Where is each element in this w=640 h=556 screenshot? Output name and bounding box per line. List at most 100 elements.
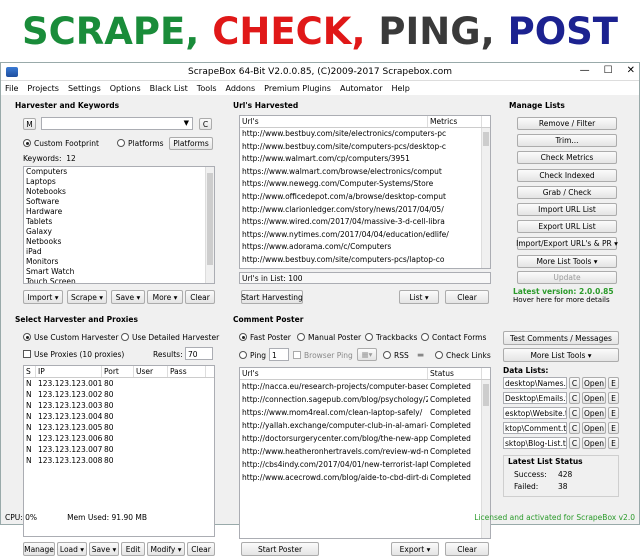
trackbacks-radio[interactable]: Trackbacks <box>365 333 417 342</box>
proxy-row[interactable]: N 123.123.123.002 80 <box>24 389 214 400</box>
poster-clear-button[interactable]: Clear <box>445 542 489 556</box>
poster-url-row[interactable]: http://www.acecrowd.com/blog/aide-to-cbd… <box>240 471 490 484</box>
use-proxies-checkbox[interactable]: Use Proxies (10 proxies) <box>23 350 124 359</box>
harvested-url-row[interactable]: http://www.officedepot.com/a/browse/desk… <box>240 191 480 204</box>
c-button[interactable]: C <box>199 118 212 130</box>
metrics-column-header[interactable]: Metrics <box>428 116 482 127</box>
proxy-row[interactable]: N 123.123.123.003 80 <box>24 400 214 411</box>
browser-ping-checkbox[interactable]: Browser Ping <box>293 351 353 360</box>
user-column-header[interactable]: User <box>134 366 168 377</box>
check-links-radio[interactable]: Check Links <box>435 351 491 360</box>
close-icon[interactable]: ✕ <box>627 65 635 76</box>
manage-proxies-button[interactable]: Manage <box>23 542 55 556</box>
data-list-path-field[interactable]: esktop\Website.txt <box>503 407 567 419</box>
harvested-url-row[interactable]: http://www.bestbuy.com/site/electronics/… <box>240 128 480 141</box>
save-proxies-button[interactable]: Save ▾ <box>89 542 119 556</box>
menu-projects[interactable]: Projects <box>27 84 59 93</box>
pass-column-header[interactable]: Pass <box>168 366 206 377</box>
proxy-row[interactable]: N 123.123.123.004 80 <box>24 411 214 422</box>
harvested-url-row[interactable]: https://www.wired.com/2017/04/massive-3-… <box>240 216 480 229</box>
harvested-url-row[interactable]: http://www.bestbuy.com/site/computers-pc… <box>240 254 480 267</box>
poster-url-row[interactable]: https://www.mom4real.com/clean-laptop-sa… <box>240 406 490 419</box>
rss-radio[interactable]: RSS <box>383 351 409 360</box>
import-button[interactable]: Import ▾ <box>23 290 63 304</box>
urls-scrollbar[interactable] <box>481 128 490 268</box>
proxy-row[interactable]: N 123.123.123.005 80 <box>24 422 214 433</box>
update-button[interactable]: Update <box>517 271 617 284</box>
data-list-path-field[interactable]: ktop\Comment.txt <box>503 422 567 434</box>
use-detailed-harvester-radio[interactable]: Use Detailed Harvester <box>121 333 219 342</box>
more-button[interactable]: More ▾ <box>147 290 183 304</box>
data-list-path-field[interactable]: sktop\Blog-List.txt <box>503 437 567 449</box>
poster-url-row[interactable]: http://cbs4indy.com/2017/04/01/new-terro… <box>240 458 490 471</box>
manage-button-more-list-tools[interactable]: More List Tools ▾ <box>517 254 617 268</box>
footprint-select[interactable]: ▼ <box>41 117 193 130</box>
results-input[interactable]: 70 <box>185 347 213 360</box>
custom-footprint-radio[interactable]: Custom Footprint <box>23 139 99 148</box>
list-button[interactable]: List ▾ <box>399 290 439 304</box>
save-button[interactable]: Save ▾ <box>111 290 145 304</box>
urls-clear-button[interactable]: Clear <box>445 290 489 304</box>
manage-button-trim[interactable]: Trim... <box>517 134 617 148</box>
menu-file[interactable]: File <box>5 84 18 93</box>
edit-proxies-button[interactable]: Edit <box>121 542 145 556</box>
data-list-open-button[interactable]: Open <box>582 407 606 419</box>
menu-premium-plugins[interactable]: Premium Plugins <box>264 84 331 93</box>
manage-button-import-export-url-s-pr[interactable]: Import/Export URL's & PR ▾ <box>516 237 618 251</box>
manage-button-import-url-list[interactable]: Import URL List <box>517 203 617 216</box>
proxy-row[interactable]: N 123.123.123.007 80 <box>24 444 214 455</box>
manage-button-remove-filter[interactable]: Remove / Filter <box>517 117 617 130</box>
rss-settings-icon[interactable]: ▦▾ <box>357 348 377 361</box>
load-proxies-button[interactable]: Load ▾ <box>57 542 87 556</box>
ip-column-header[interactable]: IP <box>36 366 102 377</box>
data-list-clear-button[interactable]: C <box>569 422 580 434</box>
status-column-header[interactable]: Status <box>428 368 482 379</box>
data-list-path-field[interactable]: Desktop\Emails.txt <box>503 392 567 404</box>
maximize-icon[interactable]: ☐ <box>604 65 613 76</box>
data-list-path-field[interactable]: desktop\Names.txt <box>503 377 567 389</box>
harvested-url-row[interactable]: http://www.clarionledger.com/story/news/… <box>240 204 480 217</box>
export-button[interactable]: Export ▾ <box>391 542 439 556</box>
m-button[interactable]: M <box>23 118 36 130</box>
keywords-list[interactable]: Computers Laptops Notebooks Software Hardwar… <box>23 166 215 284</box>
hover-details-note[interactable]: Hover here for more details <box>513 296 610 304</box>
data-list-clear-button[interactable]: C <box>569 437 580 449</box>
proxy-row[interactable]: N 123.123.123.006 80 <box>24 433 214 444</box>
harvested-url-row[interactable]: https://www.newegg.com/Computer-Systems/… <box>240 178 480 191</box>
data-list-open-button[interactable]: Open <box>582 377 606 389</box>
platforms-button[interactable]: Platforms <box>169 137 213 150</box>
proxy-row[interactable]: N 123.123.123.008 80 <box>24 455 214 466</box>
menu-tools[interactable]: Tools <box>197 84 217 93</box>
manual-poster-radio[interactable]: Manual Poster <box>297 333 361 342</box>
menu-options[interactable]: Options <box>110 84 141 93</box>
menu-settings[interactable]: Settings <box>68 84 101 93</box>
harvested-url-row[interactable]: https://www.nytimes.com/2017/04/04/educa… <box>240 229 480 242</box>
port-column-header[interactable]: Port <box>102 366 134 377</box>
poster-url-row[interactable]: http://yallah.exchange/computer-club-in-… <box>240 419 490 432</box>
data-list-edit-button[interactable]: E <box>608 437 619 449</box>
harvested-url-row[interactable]: https://www.walmart.com/browse/electroni… <box>240 166 480 179</box>
use-custom-harvester-radio[interactable]: Use Custom Harvester <box>23 333 118 342</box>
data-list-open-button[interactable]: Open <box>582 437 606 449</box>
urls-column-header[interactable]: Url's <box>240 116 428 127</box>
poster-urls-column-header[interactable]: Url's <box>240 368 428 379</box>
contact-forms-radio[interactable]: Contact Forms <box>421 333 486 342</box>
menu-automator[interactable]: Automator <box>340 84 383 93</box>
harvested-url-row[interactable]: http://www.bestbuy.com/site/computers-pc… <box>240 141 480 154</box>
data-list-edit-button[interactable]: E <box>608 377 619 389</box>
manage-button-export-url-list[interactable]: Export URL List <box>517 220 617 234</box>
s-column-header[interactable]: S <box>24 366 36 377</box>
data-list-clear-button[interactable]: C <box>569 392 580 404</box>
keywords-scrollbar[interactable] <box>205 167 214 283</box>
manage-button-check-indexed[interactable]: Check Indexed <box>517 168 617 182</box>
start-poster-button[interactable]: Start Poster <box>241 542 319 556</box>
poster-url-row[interactable]: http://doctorsurgerycenter.com/blog/the-… <box>240 432 490 445</box>
harvested-urls-table[interactable]: Url's Metrics http://www.bestbuy.com/site… <box>239 115 491 269</box>
data-list-edit-button[interactable]: E <box>608 392 619 404</box>
harvested-url-row[interactable]: http://www.walmart.com/cp/computers/3951 <box>240 153 480 166</box>
minimize-icon[interactable]: — <box>580 65 590 76</box>
ping-radio[interactable]: Ping <box>239 351 266 360</box>
scrape-button[interactable]: Scrape ▾ <box>67 290 107 304</box>
harvested-url-row[interactable]: https://www.adorama.com/c/Computers <box>240 241 480 254</box>
clear-proxies-button[interactable]: Clear <box>187 542 215 556</box>
